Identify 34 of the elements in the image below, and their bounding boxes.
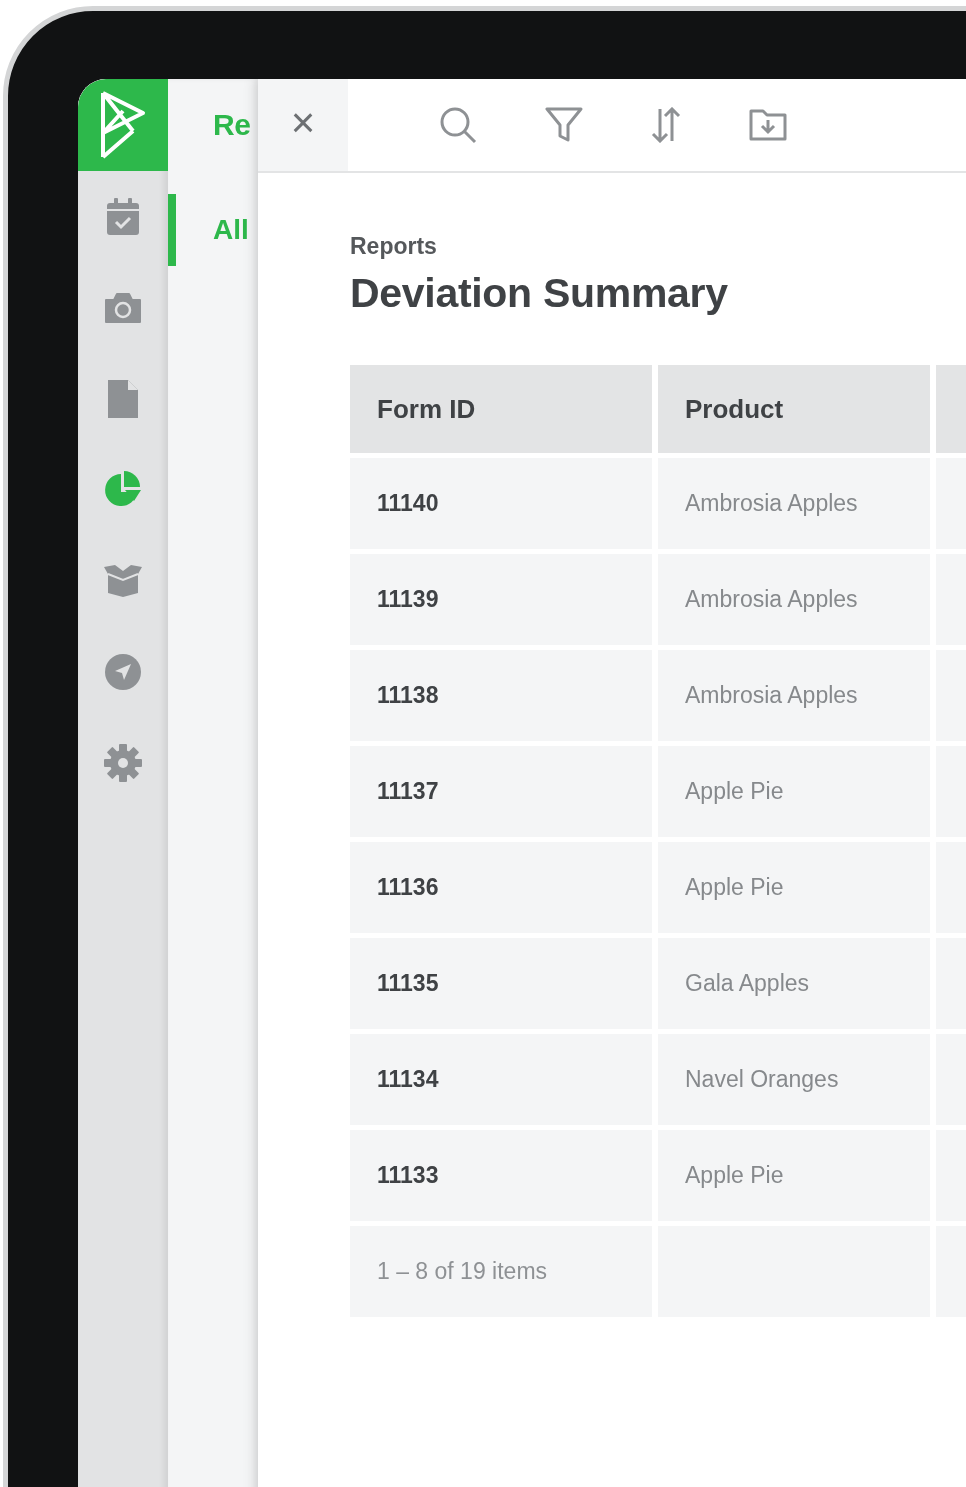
- table-cell: 11133: [350, 1130, 652, 1221]
- table-cell: 11138: [350, 650, 652, 741]
- table-cell: 11134: [350, 1034, 652, 1125]
- column-header[interactable]: Product: [658, 365, 930, 453]
- column-header[interactable]: Form ID: [350, 365, 652, 453]
- table-cell: Apple Pie: [658, 1130, 930, 1221]
- table-cell: Apple Pie: [658, 746, 930, 837]
- report-title: Deviation Summary: [350, 270, 729, 317]
- table-cell: 11137: [350, 746, 652, 837]
- folder-download-icon[interactable]: [749, 109, 787, 141]
- table-cell: 11135: [350, 938, 652, 1029]
- page-title: Re: [213, 108, 251, 142]
- pagination-text: 1 – 8 of 19 items: [350, 1226, 652, 1317]
- search-icon[interactable]: [439, 106, 477, 144]
- table-cell: Ambrosia Apples: [658, 458, 930, 549]
- logo-icon: [98, 89, 148, 161]
- filter-icon[interactable]: [545, 106, 583, 144]
- close-button[interactable]: ×: [258, 79, 348, 171]
- table-cell: Ambrosia Apples: [658, 650, 930, 741]
- calendar-check-icon: [106, 197, 140, 236]
- settings-icon: [104, 743, 142, 782]
- table-cell: Navel Oranges: [658, 1034, 930, 1125]
- table-cell: Apple Pie: [658, 842, 930, 933]
- table-cell: 11139: [350, 554, 652, 645]
- pie-chart-icon: [104, 470, 142, 509]
- table-cell: Ambrosia Apples: [658, 554, 930, 645]
- camera-icon: [104, 291, 142, 324]
- breadcrumb: Reports: [350, 233, 438, 260]
- table-cell: Gala Apples: [658, 938, 930, 1029]
- table-cell: 11136: [350, 842, 652, 933]
- box-icon: [104, 564, 142, 597]
- sort-icon[interactable]: [651, 107, 681, 143]
- table-cell: 11140: [350, 458, 652, 549]
- document-icon: [108, 379, 138, 418]
